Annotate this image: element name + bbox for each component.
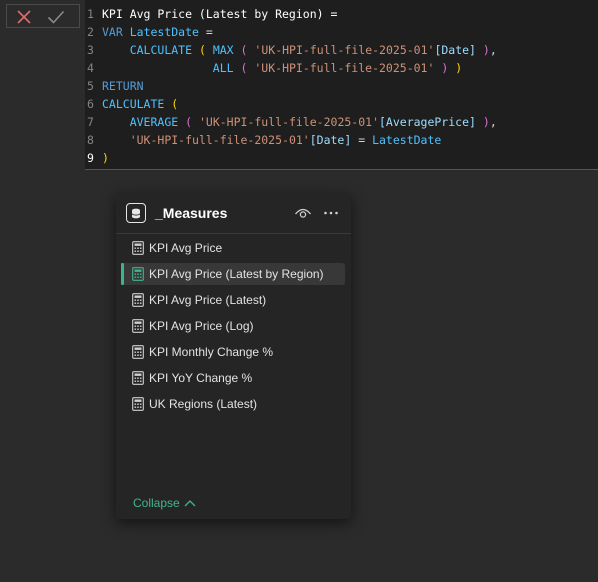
more-icon[interactable] <box>323 205 339 221</box>
close-icon <box>17 10 31 24</box>
code-line-2: 2 VAR LatestDate = <box>87 25 213 39</box>
measure-label: UK Regions (Latest) <box>149 397 258 411</box>
code-line-8: 8 'UK-HPI-full-file-2025-01'[Date] = Lat… <box>87 133 442 147</box>
code-line-1: 1 KPI Avg Price (Latest by Region) = <box>87 7 338 21</box>
measure-item[interactable]: KPI Avg Price (Log) <box>121 315 345 337</box>
code-line-3: 3 CALCULATE ( MAX ( 'UK-HPI-full-file-20… <box>87 43 497 57</box>
collapse-button[interactable]: Collapse <box>133 496 196 510</box>
eye-icon[interactable] <box>294 206 312 220</box>
check-icon <box>47 10 65 24</box>
code-line-9: 9) <box>87 151 109 165</box>
calculator-icon <box>132 241 144 255</box>
code-line-7: 7 AVERAGE ( 'UK-HPI-full-file-2025-01'[A… <box>87 115 497 129</box>
chevron-up-icon <box>184 500 196 507</box>
selection-indicator <box>121 263 124 285</box>
measure-label: KPI Avg Price (Log) <box>149 319 254 333</box>
measure-item[interactable]: KPI YoY Change % <box>121 367 345 389</box>
measure-label: KPI YoY Change % <box>149 371 253 385</box>
measures-table-card: _Measures KPI Avg Price KPI Avg Price (La… <box>116 193 351 519</box>
database-icon <box>126 203 146 223</box>
code-line-6: 6 CALCULATE ( <box>87 97 179 111</box>
measure-item[interactable]: KPI Avg Price (Latest by Region) <box>121 263 345 285</box>
calculator-icon <box>132 319 144 333</box>
measure-label: KPI Monthly Change % <box>149 345 274 359</box>
code-line-5: 5 RETURN <box>87 79 144 93</box>
calculator-icon <box>132 293 144 307</box>
dax-formula-editor[interactable]: 1 KPI Avg Price (Latest by Region) = 2 VAR… <box>85 0 598 170</box>
calculator-icon <box>132 371 144 385</box>
measures-card-header: _Measures <box>116 193 351 234</box>
commit-formula-button[interactable] <box>45 7 67 27</box>
measure-label: KPI Avg Price (Latest by Region) <box>149 267 324 281</box>
calculator-icon <box>132 397 144 411</box>
measures-table-title: _Measures <box>155 205 228 221</box>
measure-item[interactable]: UK Regions (Latest) <box>121 393 345 415</box>
cancel-formula-button[interactable] <box>13 7 35 27</box>
measure-item[interactable]: KPI Avg Price <box>121 237 345 259</box>
formula-commit-bar <box>6 4 80 28</box>
code-line-4: 4 ALL ( 'UK-HPI-full-file-2025-01' ) ) <box>87 61 463 75</box>
calculator-icon <box>132 267 144 281</box>
calculator-icon <box>132 345 144 359</box>
measure-label: KPI Avg Price (Latest) <box>149 293 267 307</box>
measure-label: KPI Avg Price <box>149 241 223 255</box>
measure-item[interactable]: KPI Avg Price (Latest) <box>121 289 345 311</box>
collapse-label: Collapse <box>133 496 180 510</box>
measure-item[interactable]: KPI Monthly Change % <box>121 341 345 363</box>
